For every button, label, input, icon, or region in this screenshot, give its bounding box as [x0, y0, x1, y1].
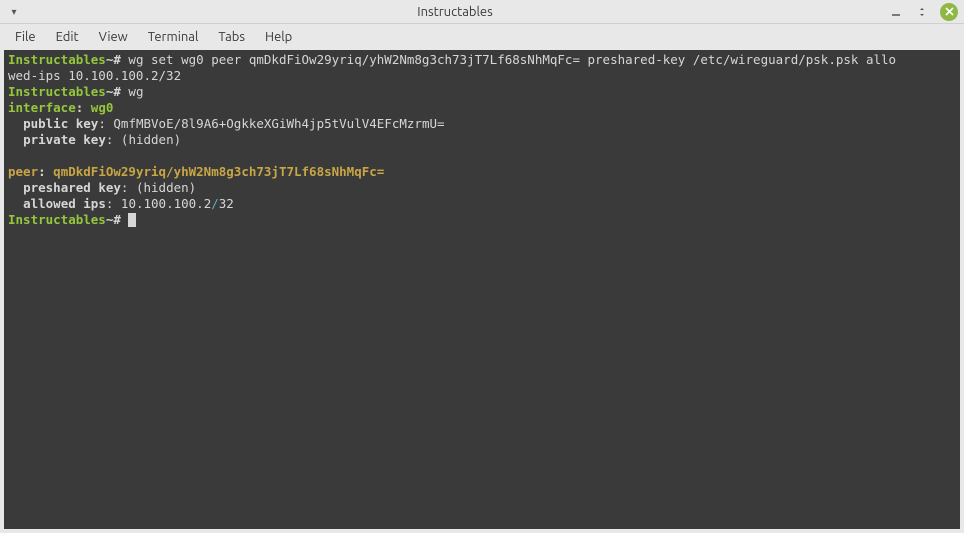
colon: :: [121, 180, 129, 195]
window-controls: [888, 3, 958, 21]
allowed-ip: 10.100.100.2: [121, 196, 211, 211]
allowed-slash: /: [211, 196, 219, 211]
titlebar[interactable]: ▾ Instructables: [0, 0, 964, 24]
pubkey-label: public key: [23, 116, 98, 131]
colon: :: [98, 116, 106, 131]
menu-help[interactable]: Help: [256, 27, 301, 47]
menu-view[interactable]: View: [90, 27, 137, 47]
prompt-host: Instructables: [8, 212, 106, 227]
peer-label: peer: [8, 164, 38, 179]
colon: :: [106, 196, 114, 211]
interface-label: interface: [8, 100, 76, 115]
maximize-icon: [917, 7, 927, 17]
prompt-sep: ~#: [106, 84, 121, 99]
terminal-container: Instructables~# wg set wg0 peer qmDkdFiO…: [0, 50, 964, 533]
cursor-block: [128, 213, 136, 227]
close-icon: [945, 7, 954, 16]
peer-value: qmDkdFiOw29yriq/yhW2Nm8g3ch73jT7Lf68sNhM…: [53, 164, 384, 179]
command-line-1-wrap: wed-ips 10.100.100.2/32: [8, 68, 181, 83]
minimize-button[interactable]: [888, 4, 904, 20]
minimize-icon: [891, 7, 901, 17]
psk-label: preshared key: [23, 180, 121, 195]
prompt-host: Instructables: [8, 84, 106, 99]
psk-value: (hidden): [136, 180, 196, 195]
allowed-ips-label: allowed ips: [23, 196, 106, 211]
terminal-output[interactable]: Instructables~# wg set wg0 peer qmDkdFiO…: [4, 50, 960, 529]
privkey-label: private key: [23, 132, 106, 147]
prompt-sep: ~#: [106, 52, 121, 67]
prompt-sep: ~#: [106, 212, 121, 227]
colon: :: [38, 164, 46, 179]
menu-edit[interactable]: Edit: [47, 27, 88, 47]
menubar: File Edit View Terminal Tabs Help: [0, 24, 964, 50]
menu-tabs[interactable]: Tabs: [209, 27, 254, 47]
maximize-button[interactable]: [914, 4, 930, 20]
colon: :: [106, 132, 114, 147]
allowed-mask: 32: [219, 196, 234, 211]
close-button[interactable]: [940, 3, 958, 21]
menu-terminal[interactable]: Terminal: [139, 27, 208, 47]
interface-name: wg0: [91, 100, 114, 115]
command-line-2: wg: [121, 84, 144, 99]
window-title: Instructables: [22, 5, 888, 19]
menu-file[interactable]: File: [6, 27, 45, 47]
terminal-window: ▾ Instructables File Edit View Terminal …: [0, 0, 964, 533]
app-menu-icon[interactable]: ▾: [6, 6, 22, 18]
colon: :: [76, 100, 84, 115]
prompt-host: Instructables: [8, 52, 106, 67]
privkey-value: (hidden): [121, 132, 181, 147]
pubkey-value: QmfMBVoE/8l9A6+OgkkeXGiWh4jp5tVulV4EFcMz…: [113, 116, 444, 131]
command-line-1: wg set wg0 peer qmDkdFiOw29yriq/yhW2Nm8g…: [121, 52, 896, 67]
